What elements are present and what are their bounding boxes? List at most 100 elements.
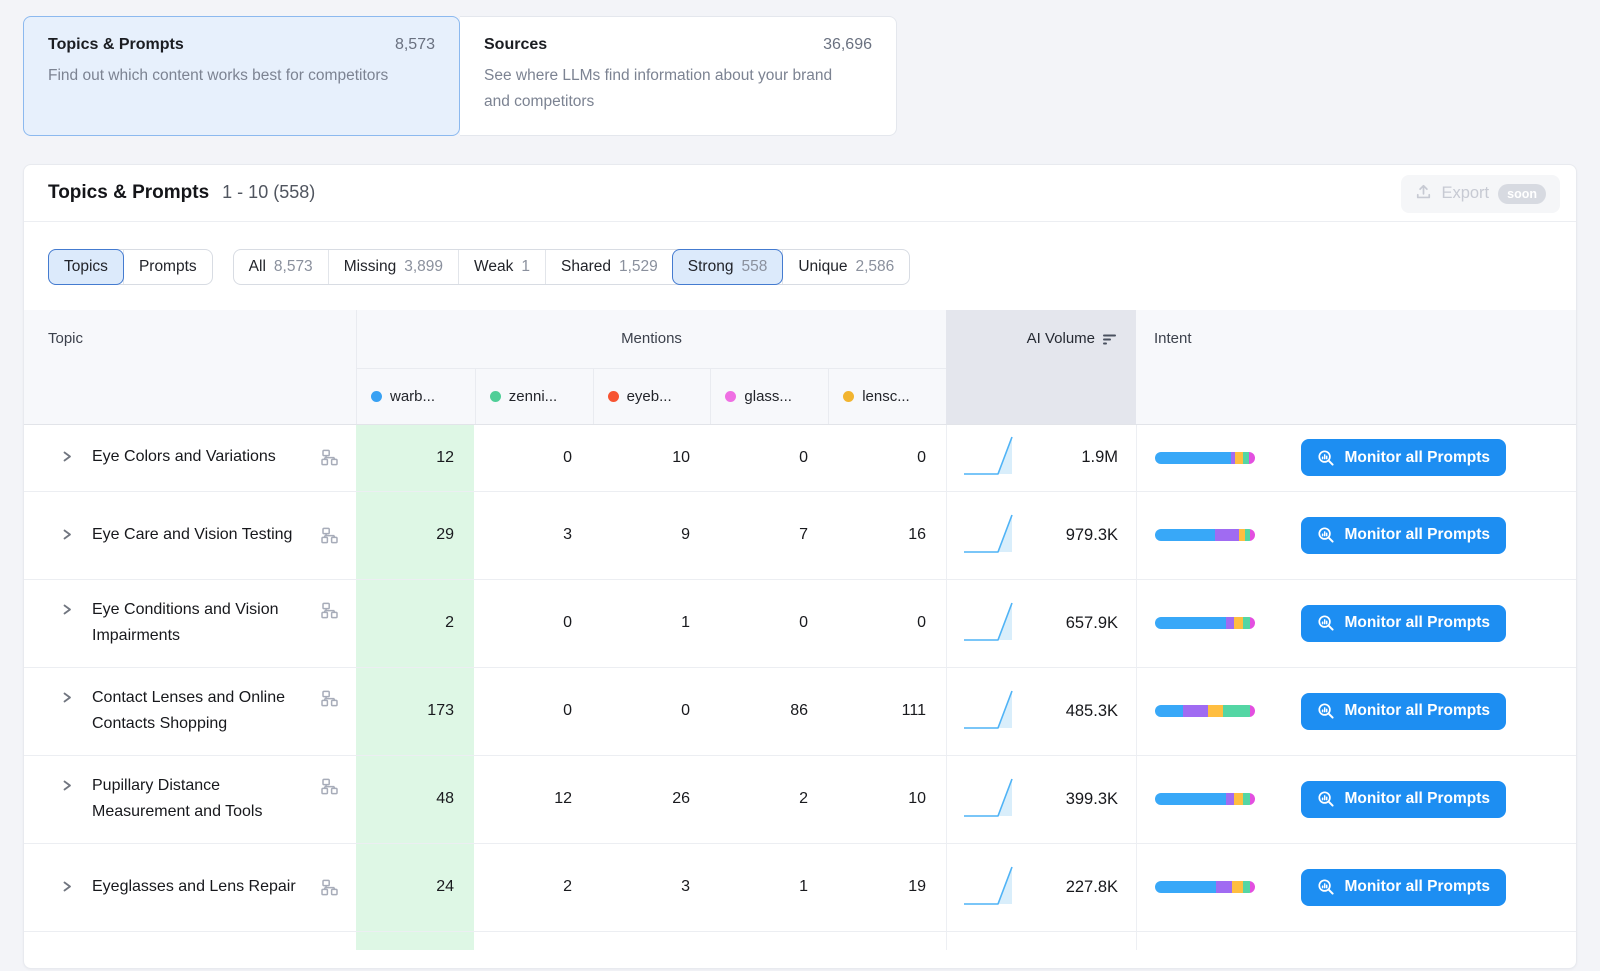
intent-segment: [1226, 793, 1234, 805]
column-header-ai-volume[interactable]: AI Volume: [946, 310, 1136, 424]
subtopics-icon[interactable]: [321, 602, 338, 624]
trend-sparkline: [961, 598, 1019, 649]
intent-cell: Monitor all Prompts: [1136, 668, 1576, 755]
intent-segment: [1249, 452, 1255, 464]
soon-badge: soon: [1498, 184, 1546, 204]
intent-distribution-bar: [1155, 617, 1255, 629]
panel-header: Topics & Prompts 1 - 10 (558) Export soo…: [24, 165, 1576, 222]
monitor-all-prompts-button[interactable]: Monitor all Prompts: [1301, 693, 1506, 730]
competitor-column-glass[interactable]: glass...: [710, 369, 828, 424]
filter-count: 558: [741, 258, 767, 276]
competitor-color-dot: [843, 391, 854, 402]
expand-chevron-icon[interactable]: [60, 602, 74, 622]
intent-segment: [1250, 881, 1255, 893]
competitor-column-zenni[interactable]: zenni...: [475, 369, 593, 424]
monitor-all-prompts-button[interactable]: Monitor all Prompts: [1301, 781, 1506, 818]
subtopics-icon[interactable]: [321, 879, 338, 901]
mentions-value: 16: [828, 492, 946, 579]
monitor-all-prompts-button[interactable]: Monitor all Prompts: [1301, 869, 1506, 906]
topic-name: Eye Care and Vision Testing: [84, 522, 311, 548]
mentions-value: [474, 932, 592, 950]
intent-cell: Monitor all Prompts: [1136, 580, 1576, 667]
monitor-button-label: Monitor all Prompts: [1344, 702, 1490, 720]
ai-volume-value: 657.9K: [1066, 614, 1118, 633]
mentions-value: 173: [356, 668, 474, 755]
competitor-column-eyeb[interactable]: eyeb...: [593, 369, 711, 424]
card-description: Find out which content works best for co…: [48, 63, 408, 89]
expand-chevron-icon[interactable]: [60, 879, 74, 899]
monitor-button-label: Monitor all Prompts: [1344, 878, 1490, 896]
intent-distribution-bar: [1155, 705, 1255, 717]
panel-title: Topics & Prompts: [48, 182, 209, 204]
mentions-value: 19: [828, 844, 946, 931]
filter-missing[interactable]: Missing3,899: [328, 250, 458, 284]
topic-name: Eye Conditions and Vision Impairments: [84, 597, 311, 649]
filter-count: 8,573: [274, 258, 313, 276]
intent-segment: [1232, 881, 1243, 893]
subtopics-icon[interactable]: [321, 690, 338, 712]
intent-segment: [1234, 793, 1243, 805]
mentions-value: 0: [474, 425, 592, 491]
filter-all[interactable]: All 8,573: [234, 250, 328, 284]
competitor-color-dot: [608, 391, 619, 402]
competitor-column-warb[interactable]: warb...: [357, 369, 475, 424]
intent-segment: [1155, 705, 1183, 717]
filter-shared[interactable]: Shared1,529: [545, 250, 673, 284]
view-toggle-prompts[interactable]: Prompts: [123, 250, 212, 284]
monitor-all-prompts-button[interactable]: Monitor all Prompts: [1301, 439, 1506, 476]
topic-inner: Eyeglasses and Lens Repair: [60, 874, 338, 901]
topics-prompts-panel: Topics & Prompts 1 - 10 (558) Export soo…: [23, 164, 1577, 969]
filter-weak[interactable]: Weak1: [458, 250, 545, 284]
mentions-value: 12: [474, 756, 592, 843]
intent-segment: [1250, 529, 1255, 541]
expand-chevron-icon[interactable]: [60, 690, 74, 710]
competitor-column-lensc[interactable]: lensc...: [828, 369, 946, 424]
competitor-label: zenni...: [509, 388, 557, 405]
ai-volume-cell: 979.3K: [946, 492, 1136, 579]
mentions-value: 111: [828, 668, 946, 755]
trend-sparkline: [961, 686, 1019, 737]
mentions-value: 0: [828, 425, 946, 491]
export-button[interactable]: Export soon: [1401, 175, 1560, 213]
competitor-label: eyeb...: [627, 388, 672, 405]
summary-cards: Topics & Prompts 8,573 Find out which co…: [23, 16, 1600, 136]
card-topics-prompts[interactable]: Topics & Prompts 8,573 Find out which co…: [23, 16, 460, 136]
ai-volume-cell: [946, 932, 1136, 950]
view-toggle-topics[interactable]: Topics: [48, 249, 124, 285]
trend-sparkline: [961, 774, 1019, 825]
monitor-all-prompts-button[interactable]: Monitor all Prompts: [1301, 605, 1506, 642]
intent-segment: [1223, 705, 1250, 717]
mentions-value: 1: [592, 580, 710, 667]
monitor-button-label: Monitor all Prompts: [1344, 790, 1490, 808]
intent-segment: [1235, 452, 1243, 464]
monitor-all-prompts-button[interactable]: Monitor all Prompts: [1301, 517, 1506, 554]
topic-cell: Eye Colors and Variations: [24, 425, 356, 491]
export-label: Export: [1441, 184, 1489, 203]
filter-strong[interactable]: Strong558: [672, 249, 784, 285]
filter-unique[interactable]: Unique2,586: [782, 250, 909, 284]
monitor-button-label: Monitor all Prompts: [1344, 526, 1490, 544]
intent-cell: Monitor all Prompts: [1136, 756, 1576, 843]
intent-segment: [1243, 881, 1250, 893]
intent-distribution-bar: [1155, 452, 1255, 464]
expand-chevron-icon[interactable]: [60, 527, 74, 547]
subtopics-icon[interactable]: [321, 527, 338, 549]
subtopics-icon[interactable]: [321, 778, 338, 800]
column-header-topic[interactable]: Topic: [24, 310, 356, 424]
column-header-intent[interactable]: Intent: [1136, 310, 1576, 424]
mentions-value: 3: [592, 844, 710, 931]
card-sources[interactable]: Sources 36,696 See where LLMs find infor…: [460, 16, 897, 136]
topic-cell: Eye Care and Vision Testing: [24, 492, 356, 579]
intent-segment: [1243, 793, 1250, 805]
filter-label: Missing: [344, 258, 397, 276]
mentions-value: 12: [356, 425, 474, 491]
mentions-value: 0: [710, 425, 828, 491]
subtopics-icon[interactable]: [321, 449, 338, 471]
upload-icon: [1415, 183, 1432, 205]
expand-chevron-icon[interactable]: [60, 449, 74, 469]
filter-label: All: [249, 258, 266, 276]
expand-chevron-icon[interactable]: [60, 778, 74, 798]
intent-segment: [1155, 617, 1226, 629]
topic-cell: Eyeglasses and Lens Repair: [24, 844, 356, 931]
card-title: Sources: [484, 36, 547, 54]
